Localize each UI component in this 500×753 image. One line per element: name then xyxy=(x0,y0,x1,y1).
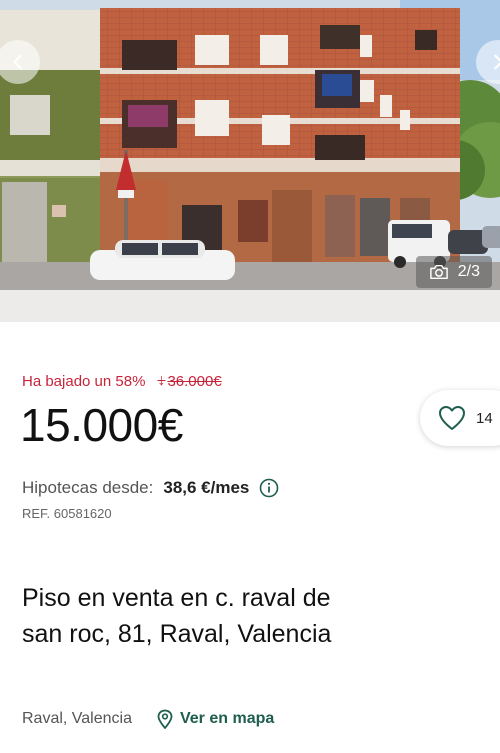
favorite-count: 14 xyxy=(476,409,493,427)
reference-number: REF. 60581620 xyxy=(22,506,112,521)
old-price: ↓ 36.000€ xyxy=(157,372,221,390)
price-drop-label: Ha bajado un 58% xyxy=(22,372,146,390)
arrow-down-icon: ↓ xyxy=(157,372,166,389)
photo-counter[interactable]: 2/3 xyxy=(415,256,492,288)
info-icon[interactable] xyxy=(259,478,279,498)
listing-title[interactable]: Piso en venta en c. raval de san roc, 81… xyxy=(22,580,342,652)
mortgage-label: Hipotecas desde: xyxy=(22,478,154,497)
photo-counter-text: 2/3 xyxy=(457,263,480,280)
gallery-footer-strip xyxy=(0,290,500,322)
mortgage-amount: 38,6 €/mes xyxy=(163,478,250,497)
view-map-link[interactable]: Ver en mapa xyxy=(156,709,274,729)
price-drop-info: Ha bajado un 58% ↓ 36.000€ xyxy=(22,372,222,390)
chevron-left-icon xyxy=(13,54,22,70)
heart-icon xyxy=(439,406,465,430)
current-price: 15.000€ xyxy=(20,399,183,451)
location-text: Raval, Valencia xyxy=(22,710,132,727)
old-price-value: 36.000€ xyxy=(167,372,222,390)
view-map-label: Ver en mapa xyxy=(179,710,275,727)
location-row: Raval, Valencia Ver en mapa xyxy=(22,709,274,729)
photo-gallery[interactable]: 2/3 xyxy=(0,0,500,290)
chevron-right-icon xyxy=(494,54,500,70)
mortgage-info: Hipotecas desde: 38,6 €/mes xyxy=(22,478,279,498)
map-pin-icon xyxy=(157,709,173,729)
property-photo xyxy=(0,0,500,290)
favorite-button[interactable]: 14 xyxy=(420,390,500,446)
camera-icon xyxy=(429,264,448,280)
